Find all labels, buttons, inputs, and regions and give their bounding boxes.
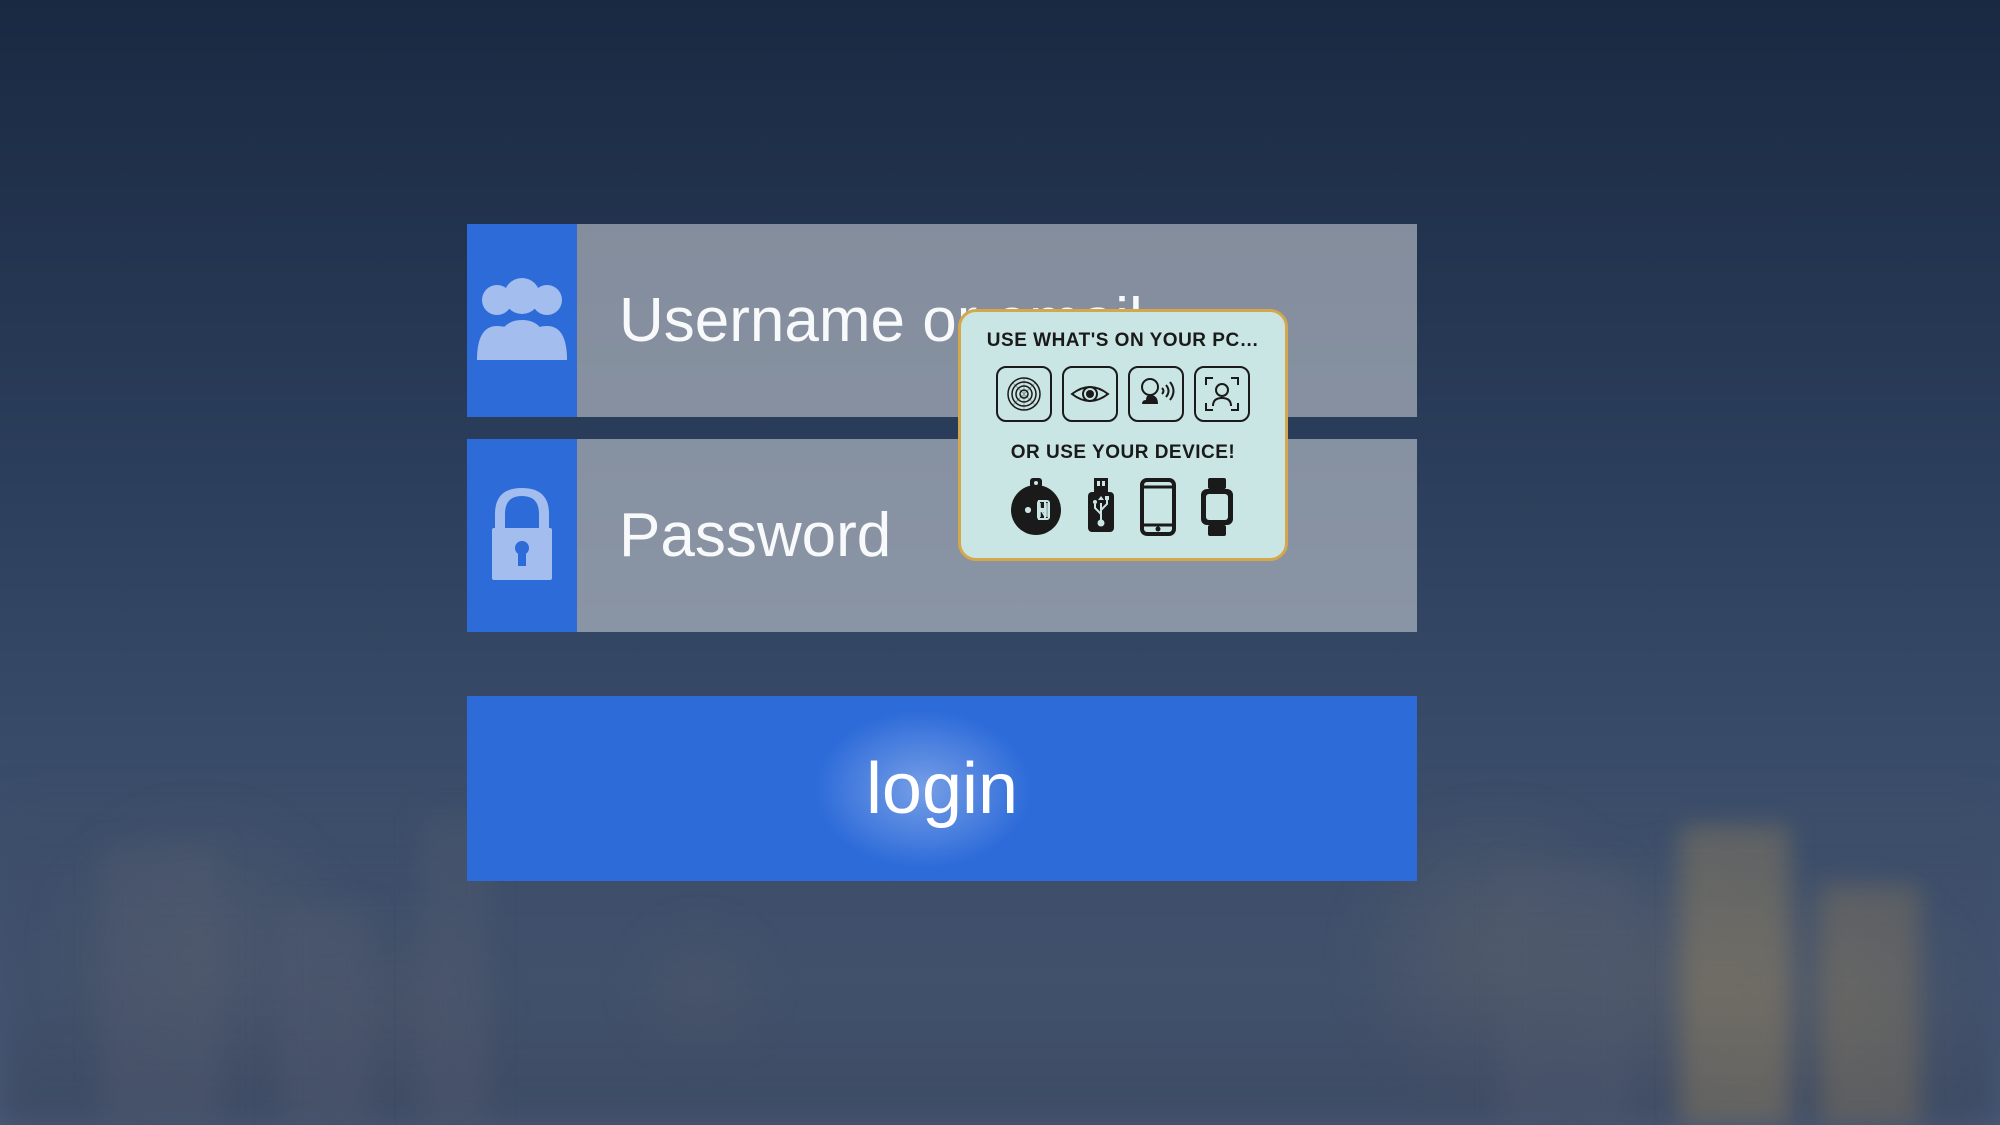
lock-icon (487, 488, 557, 583)
pc-auth-icons-row (983, 366, 1263, 422)
device-auth-icons-row: N (983, 478, 1263, 536)
voice-option[interactable] (1128, 366, 1184, 422)
voice-icon (1136, 374, 1176, 414)
fingerprint-option[interactable] (996, 366, 1052, 422)
password-icon-box (467, 439, 577, 632)
eye-icon (1069, 380, 1111, 408)
face-option[interactable] (1194, 366, 1250, 422)
bg-building (1500, 865, 1630, 1125)
users-icon (467, 278, 577, 363)
face-id-icon (1202, 374, 1242, 414)
smartphone-option[interactable] (1140, 478, 1176, 536)
bg-building (1680, 825, 1790, 1125)
auth-methods-popup: USE WHAT'S ON YOUR PC… (958, 309, 1288, 561)
smartwatch-icon (1198, 478, 1236, 536)
nfc-tag-option[interactable]: N (1010, 478, 1062, 536)
popup-heading-device: OR USE YOUR DEVICE! (983, 442, 1263, 464)
popup-heading-pc: USE WHAT'S ON YOUR PC… (983, 330, 1263, 352)
login-button[interactable]: login (467, 696, 1417, 881)
username-icon-box (467, 224, 577, 417)
smartphone-icon (1140, 478, 1176, 536)
smartwatch-option[interactable] (1198, 478, 1236, 536)
iris-option[interactable] (1062, 366, 1118, 422)
bg-building (100, 845, 220, 1125)
nfc-tag-icon: N (1010, 478, 1062, 536)
bg-building (1820, 885, 1920, 1125)
fingerprint-icon (1005, 375, 1043, 413)
usb-drive-icon (1084, 478, 1118, 536)
bg-building (280, 905, 370, 1125)
usb-option[interactable] (1084, 478, 1118, 536)
